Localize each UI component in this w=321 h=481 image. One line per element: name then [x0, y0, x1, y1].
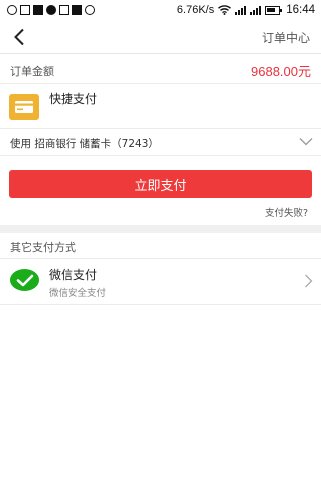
back-button[interactable] [6, 24, 32, 50]
bank-card-text: 使用 招商银行 储蓄卡（7243） [10, 138, 159, 150]
order-center-link[interactable]: 订单中心 [262, 29, 310, 46]
chevron-left-icon [14, 28, 24, 46]
image-icon [59, 5, 69, 15]
network-speed: 6.76K/s [176, 4, 215, 16]
alarm-icon [7, 5, 17, 15]
bank-card-selector[interactable]: 使用 招商银行 储蓄卡（7243） [0, 128, 321, 156]
wifi-icon [218, 5, 232, 15]
signal-icon [235, 5, 247, 15]
quick-pay-option[interactable]: 快捷支付 [0, 84, 321, 128]
amount-label: 订单金额 [10, 65, 54, 78]
card-icon [9, 94, 39, 120]
battery-icon [265, 5, 283, 15]
nav-bar: 订单中心 [0, 20, 321, 54]
circle-icon [85, 5, 95, 15]
wechat-icon [10, 269, 39, 291]
wechat-pay-title: 微信支付 [49, 268, 98, 282]
notes-icon [72, 5, 82, 15]
other-methods-header: 其它支付方式 [0, 233, 321, 259]
order-amount-row: 订单金额 9688.00元 [0, 56, 321, 84]
other-methods-title: 其它支付方式 [10, 241, 76, 254]
amount-value: 9688.00元 [251, 64, 311, 79]
quick-pay-title: 快捷支付 [49, 92, 98, 106]
section-divider [0, 225, 321, 233]
wechat-pay-subtitle: 微信安全支付 [49, 288, 107, 299]
photo-icon [46, 5, 56, 15]
wechat-pay-option[interactable]: 微信支付 微信安全支付 [0, 259, 321, 305]
sim-icon [33, 5, 43, 15]
chevron-right-icon [305, 274, 313, 288]
status-bar: 6.76K/s 16:44 [0, 0, 321, 20]
signal-icon [250, 5, 262, 15]
status-icons-right: 6.76K/s 16:44 [177, 4, 315, 16]
status-icons-left [7, 5, 95, 15]
payment-failed-link[interactable]: 支付失败? [265, 205, 308, 219]
pay-now-button[interactable]: 立即支付 [9, 170, 312, 198]
clock: 16:44 [286, 4, 315, 16]
app-icon [20, 5, 30, 15]
chevron-down-icon [299, 138, 313, 146]
